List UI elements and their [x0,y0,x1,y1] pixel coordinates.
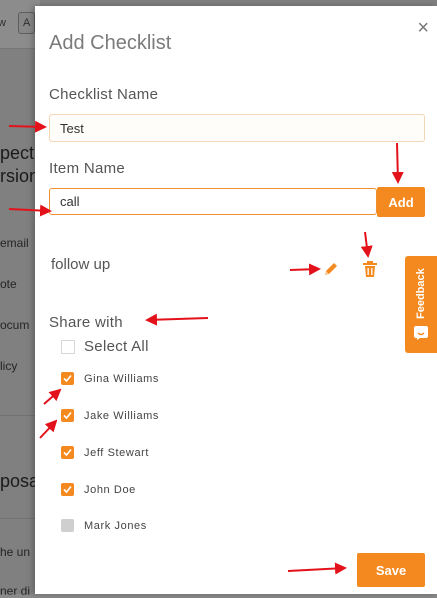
annotation-arrow [145,313,209,326]
annotation-arrow [360,231,373,258]
annotation-arrow [8,204,52,217]
annotation-arrow [287,562,347,575]
annotation-arrow [8,120,47,133]
annotation-arrow [43,388,62,405]
annotation-arrow [289,263,321,276]
annotation-arrows [8,120,404,575]
annotation-arrow [39,419,58,439]
annotation-arrow [391,142,404,184]
